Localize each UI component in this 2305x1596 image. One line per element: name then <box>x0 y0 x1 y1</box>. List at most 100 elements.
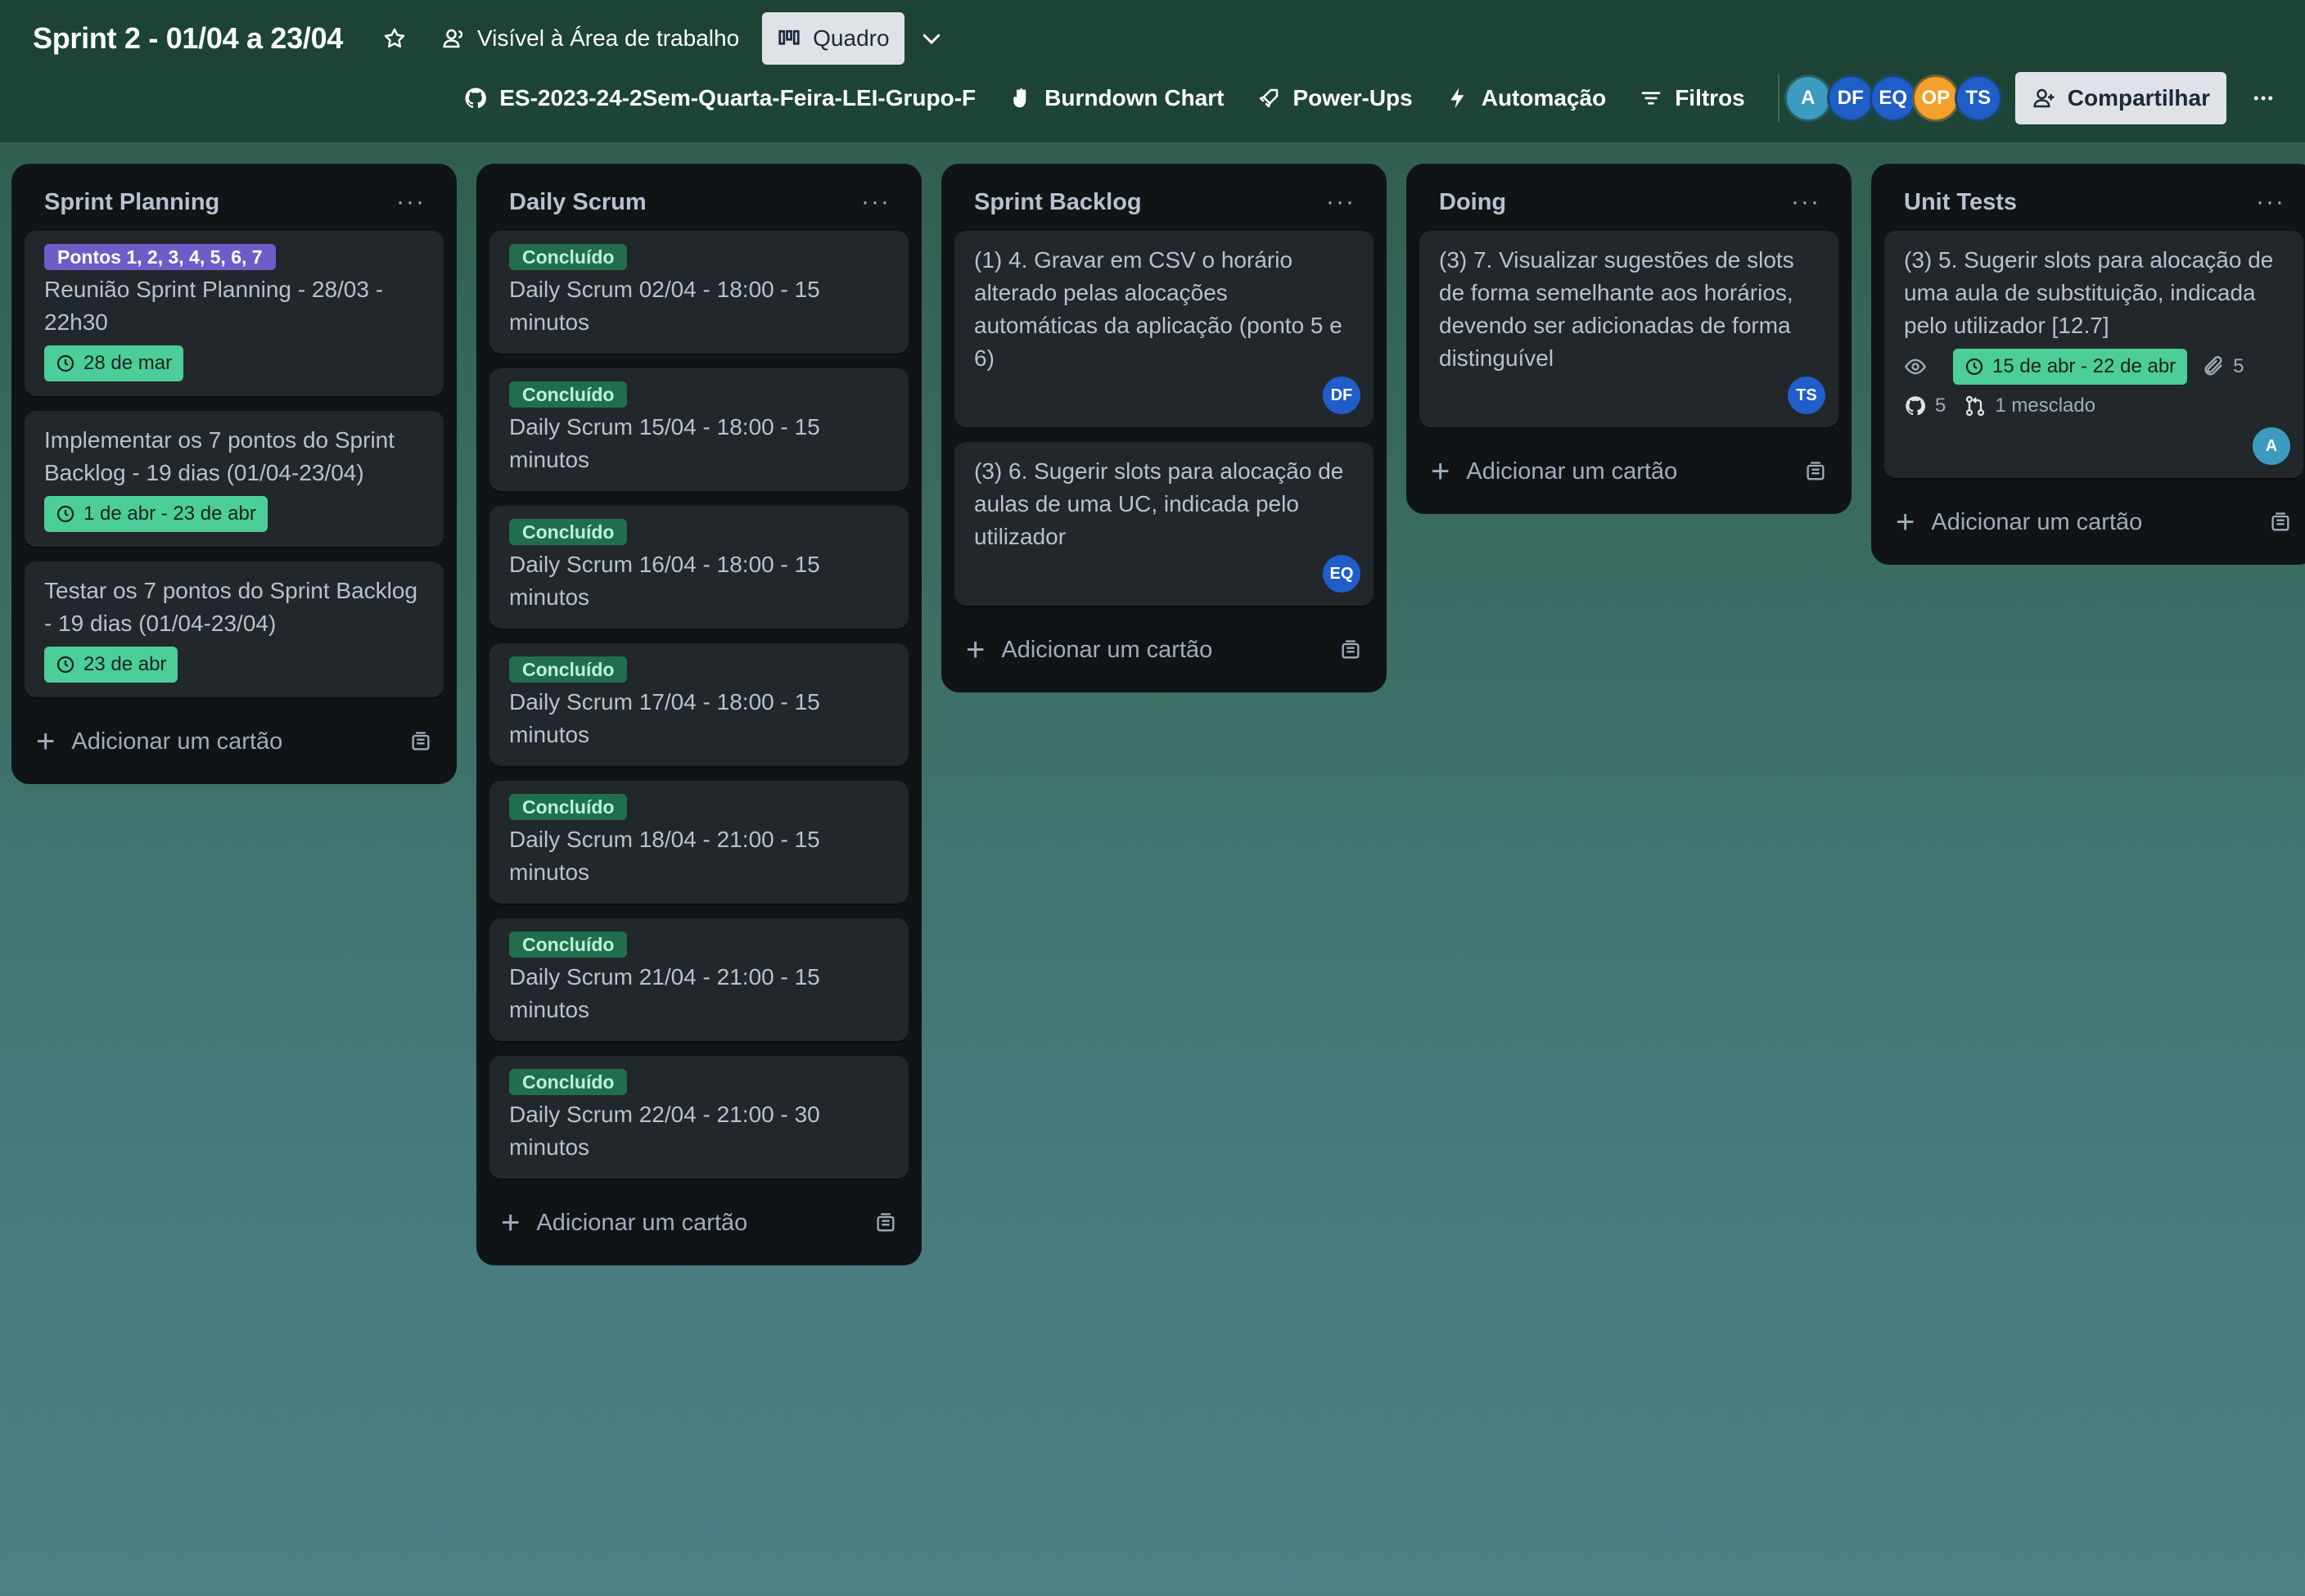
template-icon[interactable] <box>409 730 432 753</box>
list-title[interactable]: Unit Tests <box>1904 189 2017 216</box>
card[interactable]: (1) 4. Gravar em CSV o horário alterado … <box>954 231 1374 427</box>
eye-icon <box>1904 358 1927 375</box>
list-menu-icon[interactable]: ··· <box>1326 188 1355 216</box>
card[interactable]: Concluído Daily Scrum 22/04 - 21:00 - 30… <box>489 1056 909 1179</box>
card-label[interactable]: Concluído <box>509 244 628 270</box>
card-title: (1) 4. Gravar em CSV o horário alterado … <box>974 247 1342 371</box>
card-title: Daily Scrum 15/04 - 18:00 - 15 minutos <box>509 414 820 472</box>
burndown-chart-label: Burndown Chart <box>1044 85 1225 110</box>
member-avatar-ts[interactable]: TS <box>1954 74 2002 122</box>
card[interactable]: (3) 7. Visualizar sugestões de slots de … <box>1419 231 1838 427</box>
add-card-button[interactable]: + Adicionar um cartão <box>1884 493 2303 552</box>
filters-button[interactable]: Filtros <box>1622 72 1761 124</box>
due-date-badge[interactable]: 1 de abr - 23 de abr <box>44 496 268 532</box>
member-avatar-df[interactable]: DF <box>1826 74 1874 122</box>
add-card-button[interactable]: + Adicionar um cartão <box>25 712 444 771</box>
add-card-label: Adicionar um cartão <box>1466 458 1678 485</box>
card-title: (3) 7. Visualizar sugestões de slots de … <box>1439 247 1794 371</box>
list-header: Sprint Backlog ··· <box>954 174 1374 231</box>
card[interactable]: (3) 6. Sugerir slots para alocação de au… <box>954 442 1374 606</box>
due-date-text: 23 de abr <box>83 653 167 675</box>
star-board-button[interactable] <box>368 12 422 65</box>
card-member-avatar[interactable]: TS <box>1788 376 1825 414</box>
github-count: 5 <box>1935 394 1946 417</box>
card[interactable]: Concluído Daily Scrum 16/04 - 18:00 - 15… <box>489 506 909 629</box>
visibility-button[interactable]: Visível à Área de trabalho <box>426 12 754 65</box>
team-icon <box>443 29 463 48</box>
board-header: Sprint 2 - 01/04 a 23/04 Visível à Área … <box>0 0 2305 142</box>
list-header: Unit Tests ··· <box>1884 174 2303 231</box>
list-title[interactable]: Doing <box>1439 189 1506 216</box>
card-label[interactable]: Concluído <box>509 794 628 820</box>
card[interactable]: Concluído Daily Scrum 21/04 - 21:00 - 15… <box>489 918 909 1041</box>
card-title: (3) 5. Sugerir slots para alocação de um… <box>1904 247 2274 338</box>
add-card-button[interactable]: + Adicionar um cartão <box>954 620 1374 679</box>
clock-icon <box>56 505 74 523</box>
due-date-badge[interactable]: 23 de abr <box>44 647 178 683</box>
card-member-avatar[interactable]: DF <box>1323 376 1360 414</box>
power-ups-button[interactable]: Power-Ups <box>1240 72 1428 124</box>
card-title: Daily Scrum 17/04 - 18:00 - 15 minutos <box>509 689 820 747</box>
plus-icon: + <box>966 632 986 668</box>
card[interactable]: Concluído Daily Scrum 18/04 - 21:00 - 15… <box>489 781 909 904</box>
burndown-chart-button[interactable]: Burndown Chart <box>992 72 1240 124</box>
board-view-button[interactable]: Quadro <box>762 12 904 65</box>
card-label[interactable]: Concluído <box>509 381 628 408</box>
card-member-avatar[interactable]: EQ <box>1323 555 1360 593</box>
add-card-button[interactable]: + Adicionar um cartão <box>489 1193 909 1252</box>
list-unit-tests: Unit Tests ··· (3) 5. Sugerir slots para… <box>1871 164 2305 565</box>
template-icon[interactable] <box>1339 638 1362 661</box>
card[interactable]: (3) 5. Sugerir slots para alocação de um… <box>1884 231 2303 478</box>
plus-icon: + <box>36 724 56 760</box>
pull-request-badge: 1 mesclado <box>1964 386 2095 426</box>
card-badges: 15 de abr - 22 de abr 5 5 1 mesclado <box>1904 347 2284 426</box>
list-title[interactable]: Sprint Backlog <box>974 189 1142 216</box>
card[interactable]: Concluído Daily Scrum 02/04 - 18:00 - 15… <box>489 231 909 354</box>
card-title: Daily Scrum 16/04 - 18:00 - 15 minutos <box>509 552 820 610</box>
card-label[interactable]: Concluído <box>509 656 628 683</box>
add-card-label: Adicionar um cartão <box>1001 636 1213 663</box>
list-menu-icon[interactable]: ··· <box>2256 188 2285 216</box>
card[interactable]: Testar os 7 pontos do Sprint Backlog - 1… <box>25 561 444 697</box>
card[interactable]: Pontos 1, 2, 3, 4, 5, 6, 7 Reunião Sprin… <box>25 231 444 396</box>
clock-icon <box>56 354 74 372</box>
member-avatar-eq[interactable]: EQ <box>1869 74 1917 122</box>
card[interactable]: Concluído Daily Scrum 17/04 - 18:00 - 15… <box>489 643 909 766</box>
template-icon[interactable] <box>1804 460 1827 483</box>
card-label[interactable]: Pontos 1, 2, 3, 4, 5, 6, 7 <box>44 244 276 270</box>
due-date-badge[interactable]: 15 de abr - 22 de abr <box>1953 349 2188 385</box>
add-card-button[interactable]: + Adicionar um cartão <box>1419 442 1838 501</box>
member-avatar-a[interactable]: A <box>1784 74 1832 122</box>
list-menu-icon[interactable]: ··· <box>396 188 426 216</box>
card-title: Implementar os 7 pontos do Sprint Backlo… <box>44 427 395 485</box>
template-icon[interactable] <box>874 1211 897 1234</box>
card[interactable]: Concluído Daily Scrum 15/04 - 18:00 - 15… <box>489 368 909 491</box>
add-card-label: Adicionar um cartão <box>536 1209 748 1236</box>
card-label[interactable]: Concluído <box>509 931 628 958</box>
card-label[interactable]: Concluído <box>509 519 628 545</box>
list-menu-icon[interactable]: ··· <box>1791 188 1820 216</box>
board-menu-button[interactable] <box>2235 72 2292 124</box>
card-title: (3) 6. Sugerir slots para alocação de au… <box>974 458 1344 549</box>
share-button[interactable]: Compartilhar <box>2014 72 2226 124</box>
view-switcher-button[interactable] <box>904 12 959 65</box>
card-title: Daily Scrum 18/04 - 21:00 - 15 minutos <box>509 827 820 885</box>
card-member-avatar[interactable]: A <box>2253 427 2290 465</box>
list-title[interactable]: Sprint Planning <box>44 189 219 216</box>
board-view-label: Quadro <box>813 25 890 51</box>
card[interactable]: Implementar os 7 pontos do Sprint Backlo… <box>25 411 444 547</box>
card-label[interactable]: Concluído <box>509 1069 628 1095</box>
board-view-icon <box>778 29 800 45</box>
automation-button[interactable]: Automação <box>1429 72 1622 124</box>
list-title[interactable]: Daily Scrum <box>509 189 647 216</box>
member-avatar-op[interactable]: OP <box>1911 74 1960 122</box>
board-title[interactable]: Sprint 2 - 01/04 a 23/04 <box>33 21 343 56</box>
github-repo-button[interactable]: ES-2023-24-2Sem-Quarta-Feira-LEI-Grupo-F <box>447 72 992 124</box>
due-date-badge[interactable]: 28 de mar <box>44 345 184 381</box>
board-members: A DF EQ OP TS <box>1777 74 2002 122</box>
template-icon[interactable] <box>2269 511 2292 534</box>
list-menu-icon[interactable]: ··· <box>861 188 891 216</box>
list-doing: Doing ··· (3) 7. Visualizar sugestões de… <box>1406 164 1852 514</box>
plus-icon: + <box>1431 453 1450 489</box>
github-icon <box>1906 396 1926 416</box>
